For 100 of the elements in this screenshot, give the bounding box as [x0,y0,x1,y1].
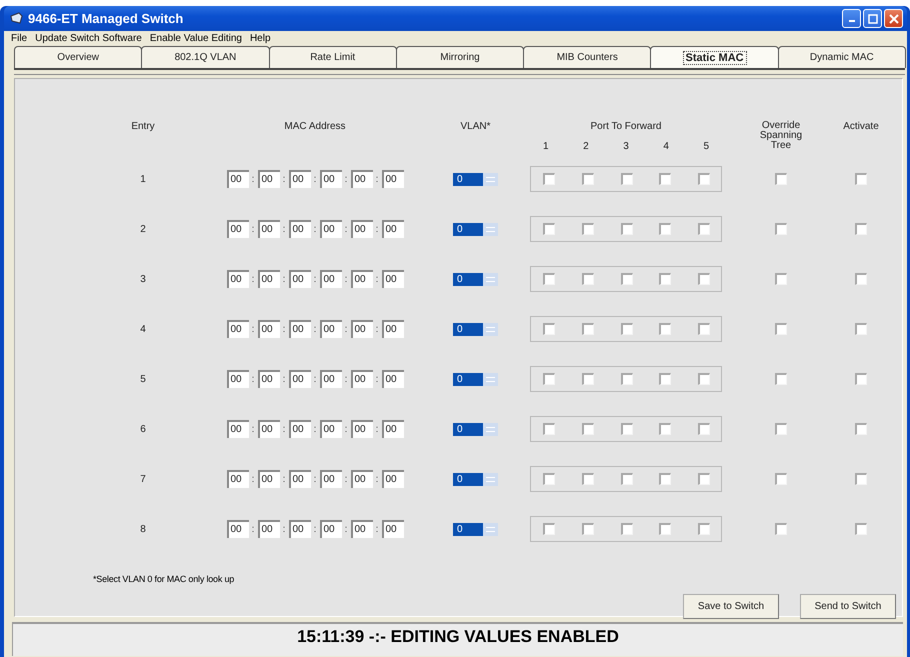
octet-field[interactable]: 00 [350,270,372,288]
octet-field[interactable]: 00 [288,270,310,288]
checkbox[interactable] [775,473,787,485]
checkbox[interactable] [620,473,632,485]
menu-item[interactable]: File [7,32,32,44]
spinner-icon[interactable] [483,472,498,486]
close-button[interactable] [884,9,903,28]
spinner-icon[interactable] [483,422,498,436]
spinner-icon[interactable] [483,222,498,236]
checkbox[interactable] [582,223,594,235]
checkbox[interactable] [620,323,632,335]
checkbox[interactable] [543,523,555,535]
action-button[interactable]: Send to Switch [800,594,896,619]
octet-field[interactable]: 00 [226,470,248,488]
checkbox[interactable] [775,373,787,385]
checkbox[interactable] [855,473,867,485]
vlan-field[interactable]: 0 [453,522,483,536]
checkbox[interactable] [855,523,867,535]
checkbox[interactable] [620,173,632,185]
checkbox[interactable] [659,373,672,385]
octet-field[interactable]: 00 [350,470,372,488]
checkbox[interactable] [582,423,594,435]
checkbox[interactable] [855,173,867,185]
octet-field[interactable]: 00 [288,170,310,188]
octet-field[interactable]: 00 [350,520,372,538]
octet-field[interactable]: 00 [350,370,372,388]
tab[interactable]: 802.1Q VLAN [141,46,270,68]
checkbox[interactable] [698,373,710,385]
checkbox[interactable] [855,223,867,235]
octet-field[interactable]: 00 [382,520,404,538]
octet-field[interactable]: 00 [226,370,248,388]
octet-field[interactable]: 00 [382,420,404,438]
octet-field[interactable]: 00 [288,470,310,488]
checkbox[interactable] [543,323,555,335]
octet-field[interactable]: 00 [226,420,248,438]
checkbox[interactable] [543,373,555,385]
checkbox[interactable] [620,373,632,385]
checkbox[interactable] [659,223,672,235]
octet-field[interactable]: 00 [288,220,310,238]
checkbox[interactable] [698,273,710,285]
octet-field[interactable]: 00 [288,520,310,538]
octet-field[interactable]: 00 [382,370,404,388]
menu-item[interactable]: Update Switch Software [31,32,146,44]
checkbox[interactable] [543,423,555,435]
octet-field[interactable]: 00 [350,220,372,238]
octet-field[interactable]: 00 [382,320,404,338]
checkbox[interactable] [582,323,594,335]
checkbox[interactable] [543,173,555,185]
octet-field[interactable]: 00 [226,270,248,288]
checkbox[interactable] [620,423,632,435]
vlan-field[interactable]: 0 [453,422,483,436]
octet-field[interactable]: 00 [258,270,280,288]
tab[interactable]: Mirroring [396,46,524,68]
octet-field[interactable]: 00 [258,220,280,238]
tab[interactable]: Dynamic MAC [778,46,906,68]
octet-field[interactable]: 00 [258,520,280,538]
octet-field[interactable]: 00 [382,170,404,188]
octet-field[interactable]: 00 [350,320,372,338]
checkbox[interactable] [775,423,787,435]
octet-field[interactable]: 00 [320,270,342,288]
octet-field[interactable]: 00 [258,470,280,488]
octet-field[interactable]: 00 [258,370,280,388]
checkbox[interactable] [620,223,632,235]
octet-field[interactable]: 00 [226,320,248,338]
maximize-button[interactable] [863,9,882,28]
checkbox[interactable] [775,323,787,335]
menu-item[interactable]: Help [246,32,275,44]
spinner-icon[interactable] [483,322,498,336]
vlan-field[interactable]: 0 [453,472,483,486]
checkbox[interactable] [659,273,672,285]
checkbox[interactable] [698,223,710,235]
octet-field[interactable]: 00 [350,170,372,188]
octet-field[interactable]: 00 [320,420,342,438]
octet-field[interactable]: 00 [320,320,342,338]
checkbox[interactable] [698,473,710,485]
checkbox[interactable] [582,523,594,535]
octet-field[interactable]: 00 [258,420,280,438]
spinner-icon[interactable] [483,272,498,286]
octet-field[interactable]: 00 [288,420,310,438]
vlan-field[interactable]: 0 [453,322,483,336]
checkbox[interactable] [659,523,672,535]
checkbox[interactable] [659,423,672,435]
checkbox[interactable] [775,273,787,285]
checkbox[interactable] [855,273,867,285]
vlan-field[interactable]: 0 [453,222,483,236]
checkbox[interactable] [775,523,787,535]
octet-field[interactable]: 00 [258,320,280,338]
octet-field[interactable]: 00 [350,420,372,438]
checkbox[interactable] [855,323,867,335]
checkbox[interactable] [582,373,594,385]
checkbox[interactable] [620,273,632,285]
spinner-icon[interactable] [483,372,498,386]
tab[interactable]: Static MAC [650,46,779,68]
checkbox[interactable] [698,323,710,335]
checkbox[interactable] [775,223,787,235]
checkbox[interactable] [855,373,867,385]
octet-field[interactable]: 00 [288,320,310,338]
tab[interactable]: Overview [14,46,142,68]
octet-field[interactable]: 00 [382,470,404,488]
octet-field[interactable]: 00 [320,520,342,538]
